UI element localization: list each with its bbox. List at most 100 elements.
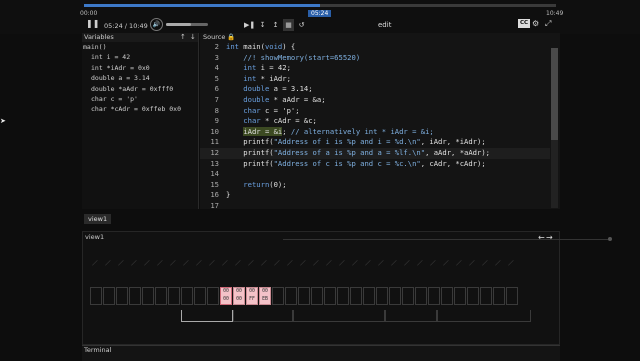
memory-cell bbox=[415, 287, 427, 305]
fullscreen-icon[interactable]: ⤢ bbox=[545, 18, 551, 30]
code-token: } bbox=[226, 190, 231, 200]
restart-icon[interactable]: ↺ bbox=[296, 19, 307, 31]
line-number[interactable]: 13 bbox=[200, 159, 226, 170]
arrow-left-icon[interactable]: ← bbox=[538, 233, 545, 242]
line-number[interactable]: 17 bbox=[200, 201, 226, 212]
gear-icon[interactable]: ⚙ bbox=[532, 18, 539, 30]
step-into-icon[interactable]: ↧ bbox=[257, 19, 268, 31]
line-number[interactable]: 3 bbox=[200, 53, 226, 64]
address-tick: ——— bbox=[454, 258, 463, 267]
line-number[interactable]: 2 bbox=[200, 42, 226, 53]
time-start-label: 00:00 bbox=[80, 10, 98, 17]
memory-cell bbox=[506, 287, 518, 305]
line-number[interactable]: 12 bbox=[200, 148, 226, 159]
address-tick: ——— bbox=[272, 258, 281, 267]
line-number[interactable]: 9 bbox=[200, 116, 226, 127]
captions-button[interactable]: CC bbox=[518, 19, 531, 28]
line-number[interactable]: 8 bbox=[200, 106, 226, 117]
variables-panel: Variables ↑ ↓ main() int i = 42 int *iAd… bbox=[82, 33, 199, 209]
line-number[interactable]: 7 bbox=[200, 95, 226, 106]
memory-cell bbox=[129, 287, 141, 305]
seek-bar[interactable] bbox=[84, 4, 556, 7]
code-token: c = 'p'; bbox=[260, 105, 300, 115]
line-number[interactable]: 15 bbox=[200, 180, 226, 191]
memory-cell bbox=[441, 287, 453, 305]
address-tick: ——— bbox=[116, 258, 125, 267]
code-token: main( bbox=[238, 42, 265, 51]
variable-box bbox=[437, 310, 531, 322]
address-tick: ——— bbox=[493, 258, 502, 267]
pause-icon[interactable]: ❚❚ bbox=[86, 18, 99, 30]
source-scrollbar[interactable] bbox=[551, 48, 558, 208]
volume-icon[interactable]: 🔊 bbox=[150, 18, 163, 31]
arrow-down-icon[interactable]: ↓ bbox=[190, 33, 196, 42]
memory-cell: 00 00 bbox=[220, 287, 232, 305]
code-line: 4 int i = 42; bbox=[200, 63, 550, 74]
code-line: 13 printf("Address of c is %p and c = %c… bbox=[200, 159, 550, 170]
stop-icon[interactable]: ■ bbox=[283, 19, 294, 31]
memory-cell bbox=[207, 287, 219, 305]
code-line: 8 char c = 'p'; bbox=[200, 106, 550, 117]
address-tick: ——— bbox=[246, 258, 255, 267]
memory-view-title: view1 bbox=[85, 233, 105, 241]
address-tick: ——— bbox=[181, 258, 190, 267]
line-number[interactable]: 10 bbox=[200, 127, 226, 138]
variable-item: int *iAdr = 0x0 bbox=[91, 63, 150, 72]
variable-item: char c = 'p' bbox=[91, 95, 138, 104]
memory-cell bbox=[311, 287, 323, 305]
volume-slider-fill bbox=[166, 23, 192, 26]
code-token: , iAdr, *iAdr); bbox=[420, 137, 486, 147]
address-tick: ——— bbox=[168, 258, 177, 267]
variable-item: char *cAdr = 0xffeb 0x0 bbox=[91, 105, 182, 114]
line-number[interactable]: 4 bbox=[200, 63, 226, 74]
step-out-icon[interactable]: ↥ bbox=[270, 19, 281, 31]
line-number[interactable]: 14 bbox=[200, 169, 226, 180]
code-token: printf( bbox=[226, 158, 274, 168]
line-number[interactable]: 11 bbox=[200, 137, 226, 148]
memory-cell-byte: 00 bbox=[249, 289, 255, 294]
address-tick: ——— bbox=[285, 258, 294, 267]
tab-view1[interactable]: view1 bbox=[84, 214, 112, 224]
code-line: 11 printf("Address of i is %p and i = %d… bbox=[200, 137, 550, 148]
volume-slider[interactable] bbox=[166, 23, 208, 26]
variable-item: double a = 3.14 bbox=[91, 74, 150, 83]
code-line: 6 double a = 3.14; bbox=[200, 84, 550, 95]
edit-button[interactable]: edit bbox=[378, 19, 391, 31]
code-line: 5 int * iAdr; bbox=[200, 74, 550, 85]
variable-box bbox=[181, 310, 233, 322]
variable-box bbox=[385, 310, 437, 322]
line-number[interactable]: 6 bbox=[200, 84, 226, 95]
memory-slider-knob[interactable] bbox=[608, 237, 612, 241]
arrow-right-icon[interactable]: → bbox=[546, 233, 553, 242]
code-token: "Address of i is %p and i = %d.\n" bbox=[273, 137, 421, 147]
code-token: , cAdr, *cAdr); bbox=[420, 158, 486, 168]
memory-scroll-slider[interactable] bbox=[283, 239, 608, 240]
address-tick: ——— bbox=[441, 258, 450, 267]
memory-cell bbox=[337, 287, 349, 305]
address-tick: ——— bbox=[155, 258, 164, 267]
step-forward-icon[interactable]: ▶❚ bbox=[244, 19, 255, 31]
memory-cell bbox=[454, 287, 466, 305]
code-line: 15 return(0); bbox=[200, 180, 550, 191]
scrollbar-thumb[interactable] bbox=[551, 48, 558, 140]
memory-cell bbox=[142, 287, 154, 305]
address-tick: ——— bbox=[259, 258, 268, 267]
address-tick: ——— bbox=[220, 258, 229, 267]
variable-item: int i = 42 bbox=[91, 53, 131, 62]
address-tick: ——— bbox=[103, 258, 112, 267]
code-token: i = 42; bbox=[256, 63, 291, 73]
memory-cell: 00 00 bbox=[233, 287, 245, 305]
code-line: 14 bbox=[200, 169, 550, 180]
address-tick: ——— bbox=[194, 258, 203, 267]
terminal-panel[interactable]: Terminal bbox=[82, 345, 560, 361]
code-editor[interactable]: 2 int main(void) {3 //! showMemory(start=… bbox=[200, 42, 550, 212]
code-line: 17 bbox=[200, 201, 550, 212]
line-number[interactable]: 5 bbox=[200, 74, 226, 85]
address-tick: ——— bbox=[376, 258, 385, 267]
memory-cell-byte: 00 bbox=[223, 297, 229, 302]
arrow-up-icon[interactable]: ↑ bbox=[180, 33, 186, 42]
memory-cell-byte: 00 bbox=[262, 289, 268, 294]
line-number[interactable]: 16 bbox=[200, 190, 226, 201]
memory-cell bbox=[467, 287, 479, 305]
